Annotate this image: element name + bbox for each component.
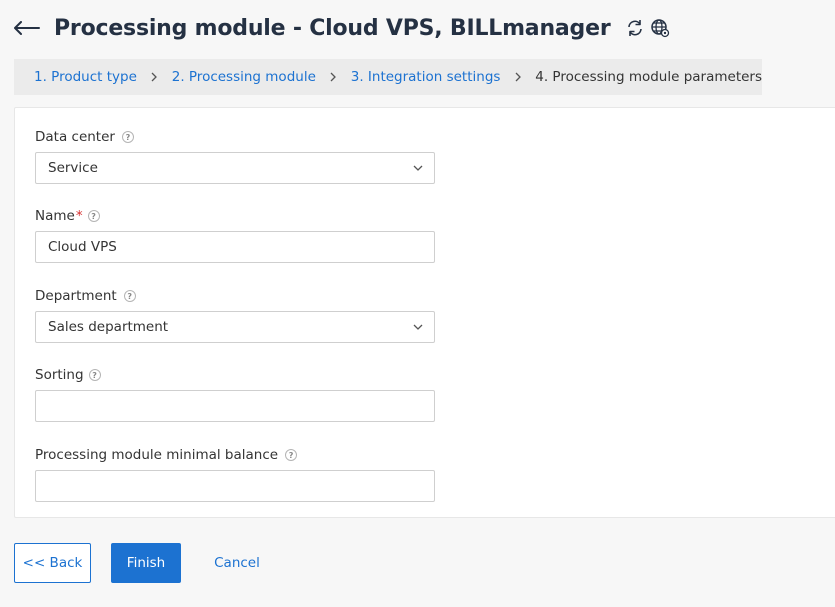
help-icon[interactable]: ? — [121, 131, 134, 143]
chevron-down-icon — [412, 164, 424, 172]
back-button[interactable]: << Back — [14, 543, 91, 583]
cancel-button[interactable]: Cancel — [206, 543, 268, 583]
department-label-text: Department — [35, 288, 117, 304]
help-icon[interactable]: ? — [88, 369, 101, 381]
data-center-value: Service — [48, 160, 98, 176]
globe-icon[interactable] — [649, 17, 671, 39]
min-balance-input[interactable] — [35, 470, 435, 502]
sorting-input[interactable] — [35, 390, 435, 422]
page-title: Processing module - Cloud VPS, BILLmanag… — [54, 15, 611, 41]
chevron-down-icon — [412, 323, 424, 331]
sorting-label-text: Sorting — [35, 367, 84, 383]
data-center-label: Data center ? — [35, 129, 134, 145]
help-icon[interactable]: ? — [87, 210, 100, 222]
step-product-type[interactable]: 1. Product type — [34, 69, 137, 85]
step-processing-module[interactable]: 2. Processing module — [172, 69, 316, 85]
page-header: Processing module - Cloud VPS, BILLmanag… — [14, 12, 671, 44]
back-arrow-icon[interactable] — [14, 18, 40, 38]
chevron-right-icon — [328, 71, 339, 83]
name-input[interactable] — [35, 231, 435, 263]
finish-button[interactable]: Finish — [111, 543, 181, 583]
min-balance-label-text: Processing module minimal balance — [35, 447, 279, 463]
department-value: Sales department — [48, 319, 169, 335]
department-label: Department ? — [35, 288, 136, 304]
required-marker: * — [75, 208, 83, 224]
wizard-steps: 1. Product type 2. Processing module 3. … — [14, 59, 762, 95]
chevron-right-icon — [512, 71, 523, 83]
name-label: Name * ? — [35, 208, 100, 224]
step-integration-settings[interactable]: 3. Integration settings — [351, 69, 501, 85]
refresh-icon[interactable] — [624, 17, 646, 39]
department-select[interactable]: Sales department — [35, 311, 435, 343]
help-icon[interactable]: ? — [123, 290, 136, 302]
name-label-text: Name — [35, 208, 75, 224]
min-balance-label: Processing module minimal balance ? — [35, 447, 298, 463]
step-processing-module-parameters: 4. Processing module parameters — [535, 69, 763, 85]
chevron-right-icon — [149, 71, 160, 83]
sorting-label: Sorting ? — [35, 367, 101, 383]
data-center-label-text: Data center — [35, 129, 115, 145]
data-center-select[interactable]: Service — [35, 152, 435, 184]
parameters-form: Data center ? Service Name * ? Departmen… — [14, 107, 835, 518]
help-icon[interactable]: ? — [285, 449, 298, 461]
